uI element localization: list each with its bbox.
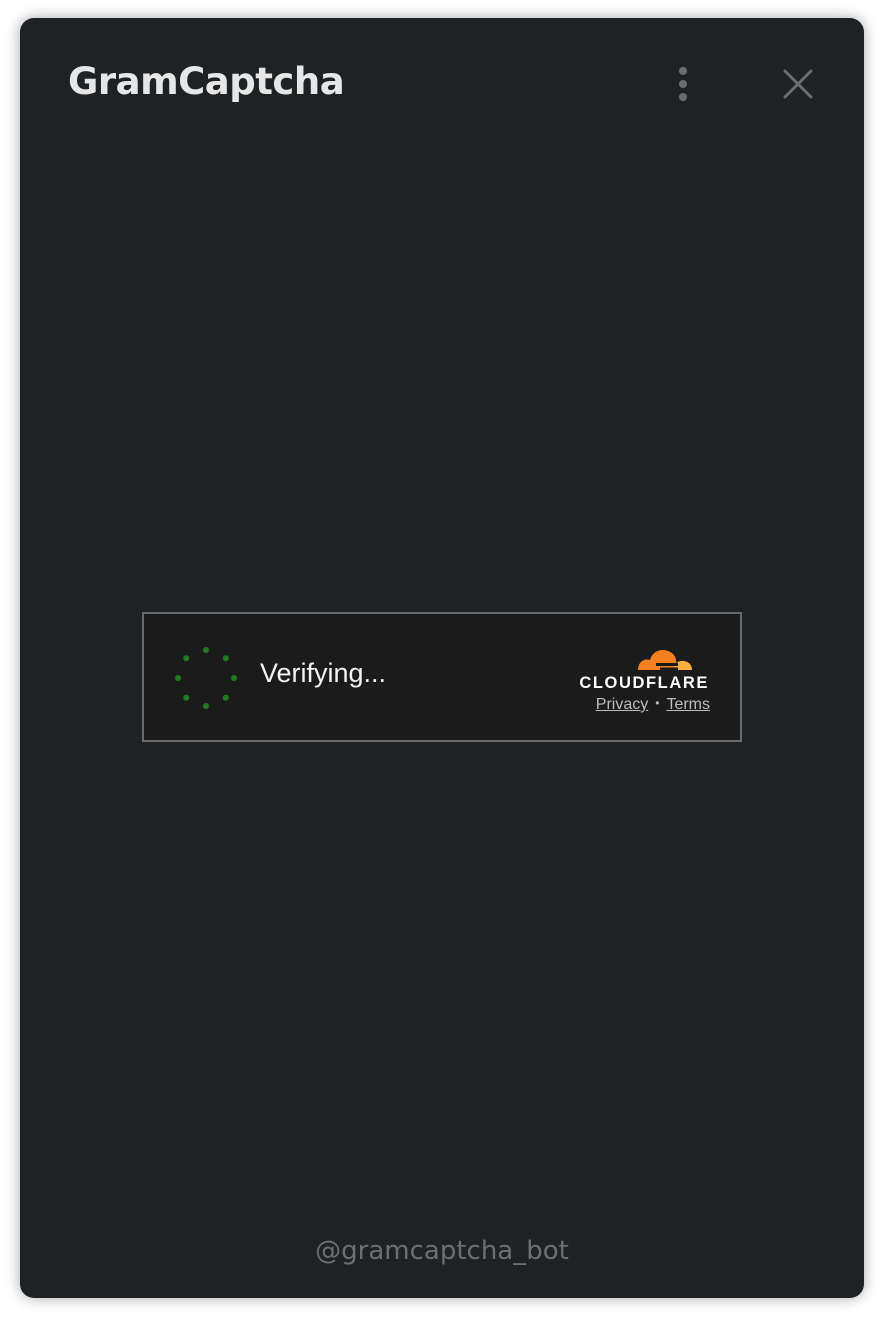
link-separator: • <box>655 696 660 710</box>
close-icon <box>783 69 813 99</box>
cloudflare-logo: CLOUDFLARE <box>579 650 709 690</box>
bot-handle: @gramcaptcha_bot <box>315 1236 569 1266</box>
privacy-link[interactable]: Privacy <box>596 696 648 713</box>
loading-spinner-icon <box>175 647 237 709</box>
verifying-status-text: Verifying... <box>260 658 387 688</box>
terms-link[interactable]: Terms <box>666 696 710 713</box>
cloudflare-links: Privacy • Terms <box>564 696 710 714</box>
app-title: GramCaptcha <box>68 60 345 103</box>
cloudflare-wordmark: CLOUDFLARE <box>579 674 709 690</box>
more-options-button[interactable] <box>666 62 700 106</box>
webapp-window: GramCaptcha Verifying... CLOUDFLARE Priv… <box>20 18 864 1298</box>
turnstile-widget[interactable]: Verifying... CLOUDFLARE Privacy • Terms <box>142 612 742 742</box>
cloudflare-cloud-icon <box>638 650 692 671</box>
close-button[interactable] <box>776 62 820 106</box>
